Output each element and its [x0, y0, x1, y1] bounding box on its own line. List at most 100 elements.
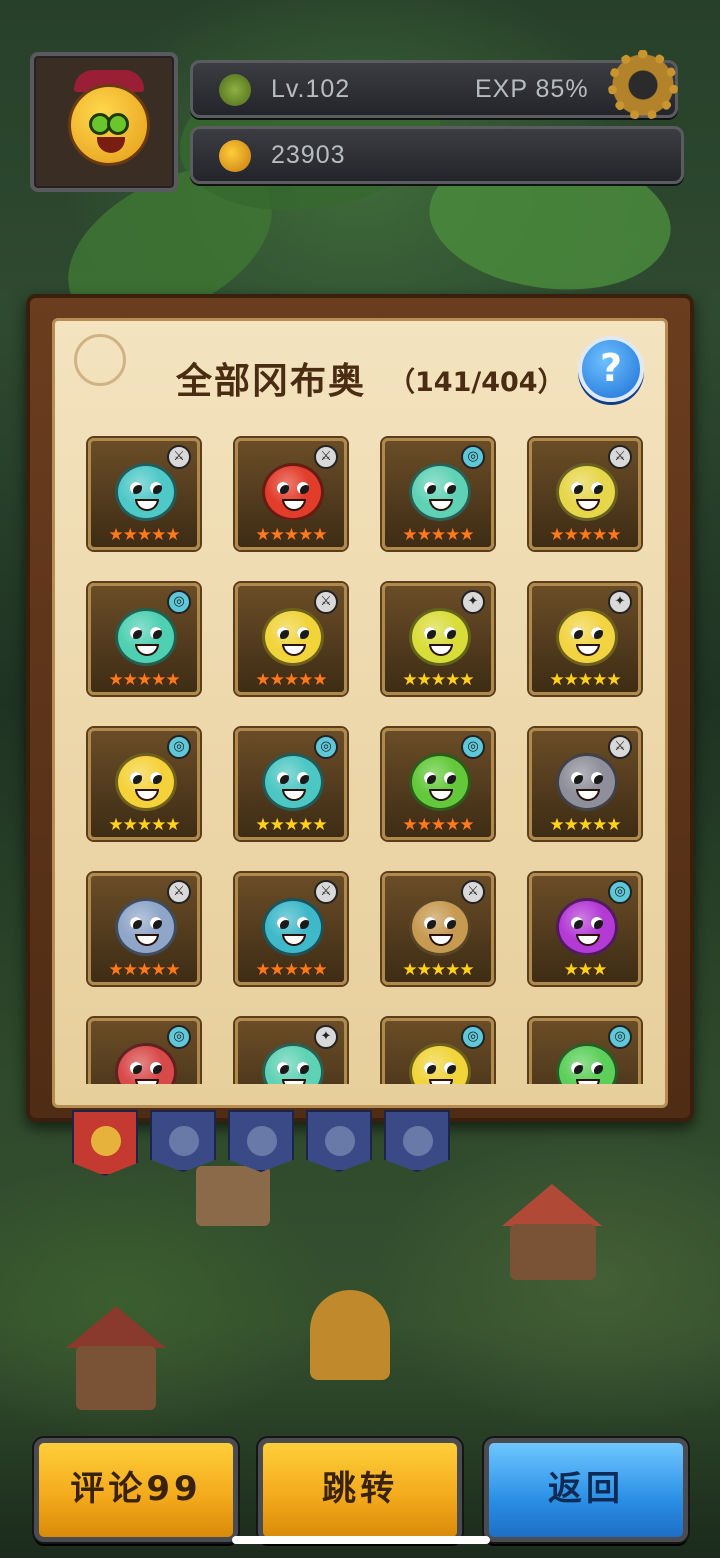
monster-portrait	[115, 608, 177, 666]
monster-portrait	[409, 463, 471, 521]
monster-portrait	[556, 898, 618, 956]
sword-class-icon: ⚔	[167, 880, 191, 904]
monster-card[interactable]: ◎ ★★★★★	[382, 728, 494, 840]
wand-class-icon: ✦	[314, 1025, 338, 1049]
monster-mouth	[576, 1079, 600, 1084]
swirl-class-icon: ◎	[167, 1025, 191, 1049]
currency-bar: 23903	[190, 126, 684, 184]
sword-class-icon: ⚔	[314, 880, 338, 904]
sword-class-icon: ⚔	[608, 735, 632, 759]
monster-card[interactable]: ◎	[529, 1018, 641, 1084]
star-rating: ★★★★★	[255, 960, 327, 980]
monster-portrait	[556, 1043, 618, 1084]
settings-gear-icon[interactable]	[608, 50, 678, 120]
star-rating: ★★★★★	[402, 815, 474, 835]
monster-card[interactable]: ⚔ ★★★★★	[529, 438, 641, 550]
monster-portrait	[409, 1043, 471, 1084]
monster-card[interactable]: ⚔ ★★★★★	[235, 873, 347, 985]
monster-mouth	[429, 1079, 453, 1084]
level-text: Lv.102	[271, 75, 351, 103]
category-tab-red[interactable]	[384, 1110, 450, 1172]
back-button[interactable]: 返回	[484, 1438, 688, 1542]
monster-portrait	[115, 753, 177, 811]
swirl-class-icon: ◎	[461, 735, 485, 759]
monster-card[interactable]: ⚔ ★★★★★	[88, 873, 200, 985]
monster-portrait	[262, 608, 324, 666]
house	[510, 1224, 596, 1280]
monster-card[interactable]: ⚔ ★★★★★	[382, 873, 494, 985]
monster-card[interactable]: ⚔ ★★★★★	[235, 438, 347, 550]
star-rating: ★★★★★	[108, 960, 180, 980]
avatar-face	[68, 84, 150, 166]
star-rating: ★★★★★	[402, 525, 474, 545]
sword-class-icon: ⚔	[314, 590, 338, 614]
monster-portrait	[115, 1043, 177, 1084]
category-tab-blue[interactable]	[150, 1110, 216, 1172]
monster-card[interactable]: ✦ ★★★★★	[529, 583, 641, 695]
monster-portrait	[409, 753, 471, 811]
category-red-icon	[403, 1126, 433, 1156]
level-icon	[219, 74, 251, 106]
category-tab-all[interactable]	[72, 1110, 138, 1176]
category-tab-green[interactable]	[228, 1110, 294, 1172]
sword-class-icon: ⚔	[314, 445, 338, 469]
monster-mouth	[135, 1079, 159, 1084]
star-rating: ★★★★★	[402, 960, 474, 980]
category-blue-icon	[169, 1126, 199, 1156]
swirl-class-icon: ◎	[167, 590, 191, 614]
monster-portrait	[115, 898, 177, 956]
star-rating: ★★★★★	[402, 670, 474, 690]
star-rating: ★★★★★	[549, 525, 621, 545]
monster-card[interactable]: ◎ ★★★	[529, 873, 641, 985]
monster-portrait	[262, 898, 324, 956]
wand-class-icon: ✦	[608, 590, 632, 614]
help-button[interactable]: ?	[578, 336, 644, 402]
house-roof	[502, 1184, 602, 1226]
category-all-icon	[91, 1126, 121, 1156]
monster-portrait	[556, 608, 618, 666]
jump-button[interactable]: 跳转	[258, 1438, 462, 1542]
house-roof	[66, 1306, 166, 1348]
star-rating: ★★★★★	[549, 815, 621, 835]
house	[76, 1346, 156, 1410]
monster-card[interactable]: ⚔ ★★★★★	[529, 728, 641, 840]
monster-card[interactable]: ✦	[235, 1018, 347, 1084]
monster-card[interactable]: ◎ ★★★★★	[382, 438, 494, 550]
sword-class-icon: ⚔	[167, 445, 191, 469]
monster-portrait	[262, 1043, 324, 1084]
monster-card[interactable]: ⚔ ★★★★★	[235, 583, 347, 695]
swirl-class-icon: ◎	[608, 1025, 632, 1049]
statue	[310, 1290, 390, 1380]
star-rating: ★★★★★	[255, 670, 327, 690]
monster-portrait	[262, 463, 324, 521]
star-rating: ★★★★★	[108, 815, 180, 835]
monster-portrait	[409, 898, 471, 956]
monster-card[interactable]: ◎	[382, 1018, 494, 1084]
home-indicator[interactable]	[232, 1536, 490, 1544]
star-rating: ★★★★★	[255, 525, 327, 545]
star-rating: ★★★	[563, 960, 608, 980]
category-green-icon	[247, 1126, 277, 1156]
monster-grid: ⚔ ★★★★★ ⚔ ★★★★★ ◎ ★★★★★ ⚔ ★★★★★ ◎ ★★★★★ ⚔ ★★★★★ ✦ ★★★…	[60, 420, 660, 1084]
category-tab-gold[interactable]	[306, 1110, 372, 1172]
player-avatar[interactable]	[30, 52, 178, 192]
monster-card[interactable]: ◎ ★★★★★	[88, 728, 200, 840]
panel-emblem-icon	[74, 334, 126, 386]
monster-portrait	[262, 753, 324, 811]
fruit-currency-icon	[219, 140, 251, 172]
exp-text: EXP 85%	[475, 75, 589, 103]
monster-card[interactable]: ✦ ★★★★★	[382, 583, 494, 695]
monster-portrait	[556, 463, 618, 521]
swirl-class-icon: ◎	[167, 735, 191, 759]
panel-title: 全部冈布奥	[176, 361, 367, 402]
sword-class-icon: ⚔	[461, 880, 485, 904]
sword-class-icon: ⚔	[608, 445, 632, 469]
monster-card[interactable]: ⚔ ★★★★★	[88, 438, 200, 550]
signpost	[196, 1166, 270, 1226]
monster-card[interactable]: ◎ ★★★★★	[88, 583, 200, 695]
monster-card[interactable]: ◎ ★★★★★	[235, 728, 347, 840]
monster-portrait	[409, 608, 471, 666]
swirl-class-icon: ◎	[461, 1025, 485, 1049]
monster-card[interactable]: ◎	[88, 1018, 200, 1084]
comment-button[interactable]: 评论99	[34, 1438, 238, 1542]
